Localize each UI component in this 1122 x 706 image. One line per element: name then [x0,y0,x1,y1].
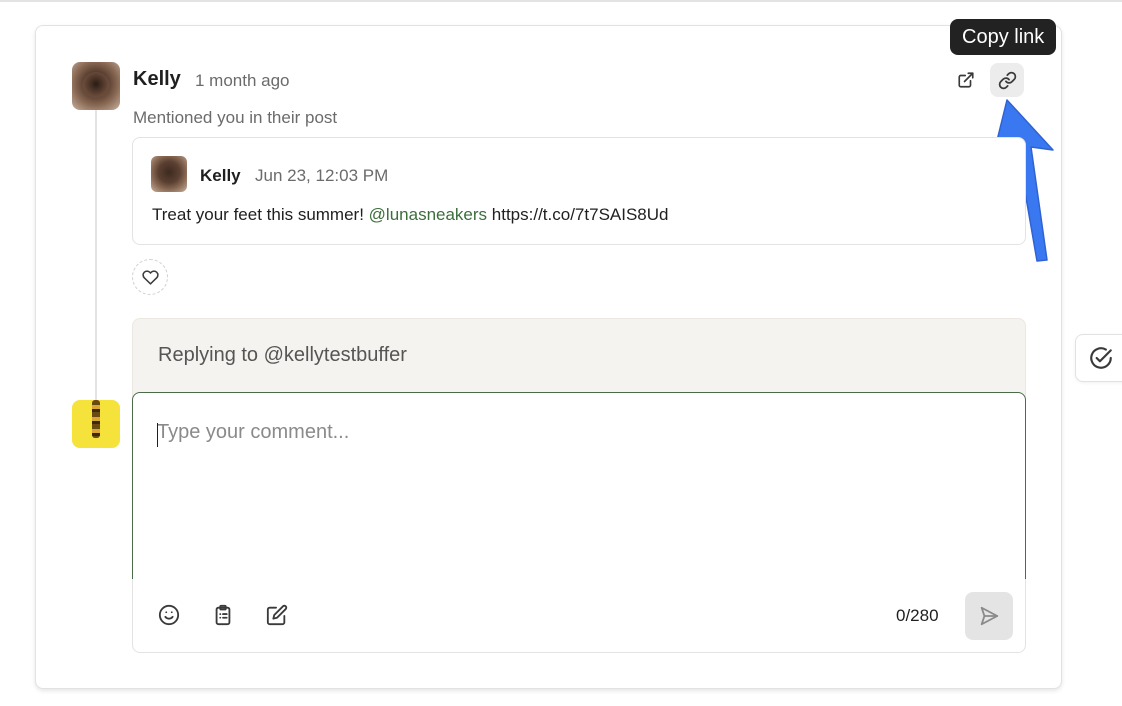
author-avatar[interactable] [72,62,120,110]
thread-line [95,110,97,410]
copy-link-tooltip: Copy link [950,19,1057,55]
emoji-icon [158,604,180,626]
post-date: Jun 23, 12:03 PM [255,166,389,185]
open-post-button[interactable] [949,63,983,97]
like-button[interactable] [132,259,168,295]
emoji-button[interactable] [153,599,185,631]
saved-replies-button[interactable] [207,599,239,631]
post-mention-link[interactable]: @lunasneakers [369,205,487,224]
post-author-avatar [151,156,187,192]
edit-icon [266,604,288,626]
post-text-before: Treat your feet this summer! [152,205,369,224]
post-author-name: Kelly [200,166,241,185]
reply-context-header: Replying to @kellytestbuffer [132,318,1026,398]
replying-to-label: Replying to @kellytestbuffer [158,344,407,366]
text-caret [157,423,158,447]
top-divider [0,0,1122,3]
character-counter: 0/280 [896,606,939,625]
notification-time: 1 month ago [195,71,290,90]
quoted-post-card[interactable]: Kelly Jun 23, 12:03 PM Treat your feet t… [132,137,1026,245]
clipboard-list-icon [215,604,231,626]
post-text-after[interactable]: https://t.co/7t7SAIS8Ud [487,205,669,224]
author-name[interactable]: Kelly [133,68,181,91]
heart-icon [141,269,159,285]
mark-done-button[interactable] [1075,334,1122,382]
comment-input[interactable] [157,421,997,444]
link-icon [998,71,1016,89]
compose-button[interactable] [261,599,293,631]
external-link-icon [958,72,974,88]
comment-box[interactable] [132,392,1026,580]
send-icon [980,606,999,626]
copy-link-button[interactable] [990,63,1024,97]
check-circle-icon [1089,347,1112,369]
post-text: Treat your feet this summer! @lunasneake… [152,205,669,225]
send-button[interactable] [965,592,1013,640]
comment-toolbar: 0/280 [132,579,1026,653]
current-user-avatar [72,400,120,448]
notification-subtitle: Mentioned you in their post [133,108,338,127]
